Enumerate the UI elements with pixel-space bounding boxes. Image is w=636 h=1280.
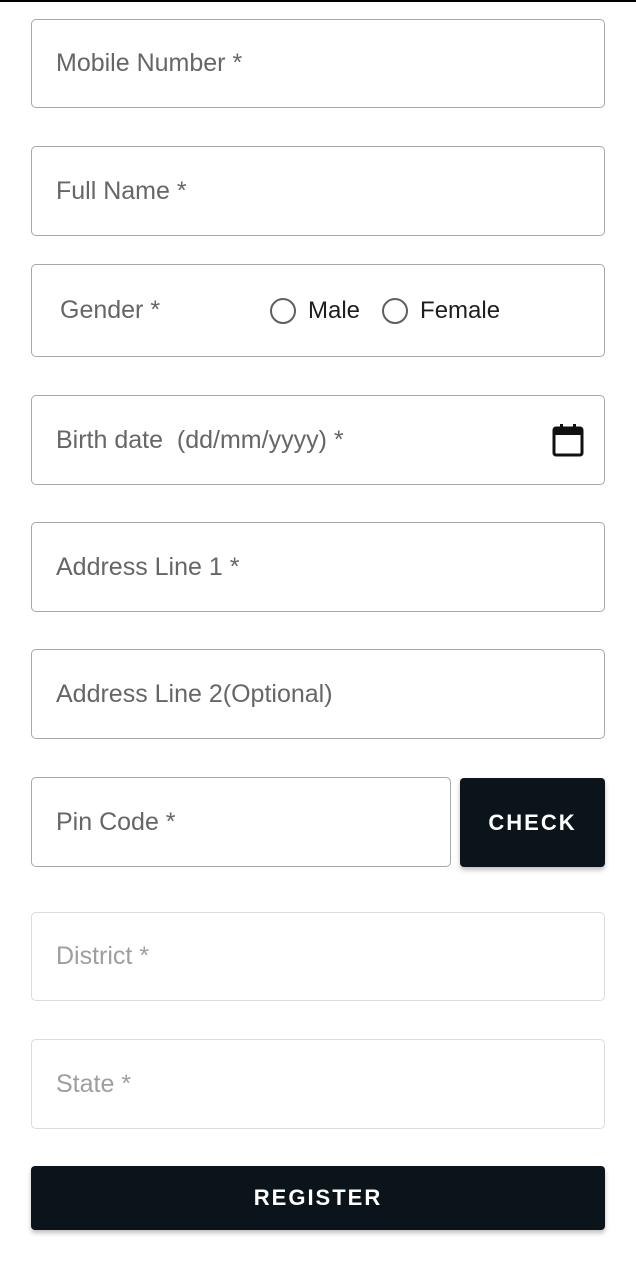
gender-option-male-label: Male bbox=[308, 296, 361, 324]
pin-code-placeholder: Pin Code * bbox=[56, 807, 176, 836]
top-divider bbox=[0, 0, 636, 2]
gender-option-male[interactable]: Male bbox=[270, 297, 360, 325]
full-name-placeholder: Full Name * bbox=[56, 176, 187, 205]
mobile-number-field[interactable]: Mobile Number * bbox=[31, 19, 605, 108]
district-field: District * bbox=[31, 912, 605, 1001]
gender-label: Gender * bbox=[60, 296, 161, 324]
calendar-icon[interactable] bbox=[552, 423, 584, 457]
gender-option-female[interactable]: Female bbox=[382, 297, 500, 325]
birth-date-field[interactable]: Birth date (dd/mm/yyyy) * bbox=[31, 395, 605, 485]
address-line-1-placeholder: Address Line 1 * bbox=[56, 552, 240, 581]
full-name-field[interactable]: Full Name * bbox=[31, 146, 605, 236]
state-field: State * bbox=[31, 1039, 605, 1129]
radio-button-male[interactable] bbox=[270, 297, 296, 324]
check-button[interactable]: CHECK bbox=[460, 778, 605, 867]
radio-button-female[interactable] bbox=[382, 297, 409, 324]
birth-date-placeholder: Birth date (dd/mm/yyyy) * bbox=[56, 425, 344, 454]
mobile-number-placeholder: Mobile Number * bbox=[56, 49, 243, 77]
pin-code-field[interactable]: Pin Code * bbox=[31, 777, 451, 867]
register-button[interactable]: REGISTER bbox=[31, 1166, 605, 1230]
gender-option-female-label: Female bbox=[420, 296, 501, 324]
state-placeholder: State * bbox=[56, 1069, 132, 1098]
address-line-2-field[interactable]: Address Line 2(Optional) bbox=[31, 649, 605, 739]
address-line-1-field[interactable]: Address Line 1 * bbox=[31, 522, 605, 612]
district-placeholder: District * bbox=[56, 942, 150, 970]
gender-radio-group: Male Female bbox=[270, 265, 522, 356]
address-line-2-placeholder: Address Line 2(Optional) bbox=[56, 679, 333, 708]
gender-field: Gender * Male Female bbox=[31, 264, 605, 357]
